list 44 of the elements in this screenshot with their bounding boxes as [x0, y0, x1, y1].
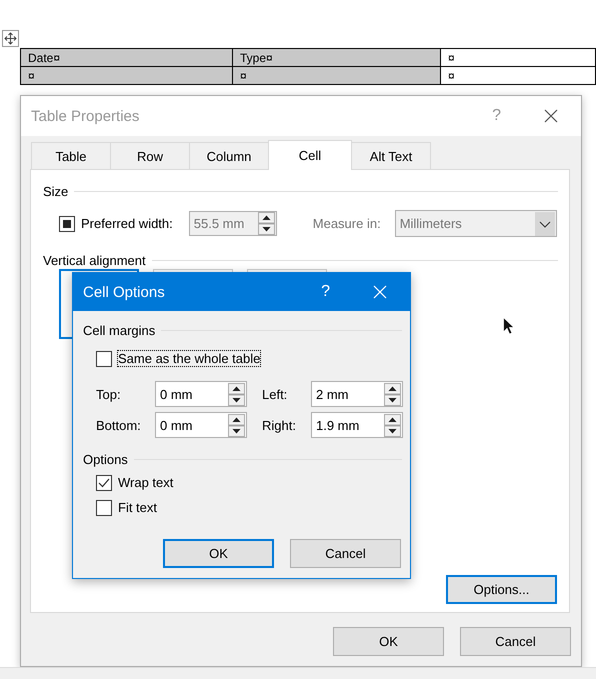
table-move-handle-icon[interactable] — [2, 30, 19, 47]
dialog-button[interactable]: OK — [163, 539, 274, 568]
window-title: Cell Options — [83, 284, 166, 300]
input-field[interactable]: 1.9 mm — [311, 412, 403, 438]
input-field[interactable]: 2 mm — [311, 381, 403, 407]
dialog-button[interactable]: Cancel — [460, 627, 571, 656]
table-cell: Type¤ — [232, 48, 440, 66]
dialog-button[interactable]: Cancel — [290, 539, 401, 568]
field-label: Left: — [262, 386, 288, 402]
checkbox[interactable] — [96, 474, 112, 490]
field-label: Right: — [262, 418, 297, 432]
input-field[interactable]: 0 mm — [155, 412, 247, 438]
table-cell: ¤ — [440, 48, 596, 66]
checkbox[interactable] — [96, 350, 112, 366]
table-cell: Date¤ — [20, 48, 232, 66]
spinner-arrows-icon[interactable] — [384, 414, 401, 436]
field-label: Measure in: — [312, 216, 381, 231]
input-field[interactable]: 0 mm — [155, 381, 247, 407]
checkbox[interactable] — [96, 500, 112, 516]
tab[interactable]: Alt Text — [351, 142, 431, 169]
mouse-pointer-icon — [503, 317, 514, 335]
spinner-arrows-icon[interactable] — [384, 382, 401, 406]
tab[interactable]: Cell — [268, 140, 352, 170]
close-icon[interactable] — [544, 109, 558, 123]
section-title: Cell margins — [83, 322, 156, 338]
table-cell: ¤ — [20, 66, 232, 84]
window-title: Table Properties — [31, 108, 140, 124]
section-title: Size — [43, 184, 68, 198]
table-cell: ¤ — [440, 66, 596, 84]
dialog-button[interactable]: OK — [333, 627, 444, 656]
table-cell: ¤ — [232, 66, 440, 84]
help-button[interactable]: ? — [321, 283, 330, 301]
checkbox-label[interactable]: Same as the whole table — [118, 351, 260, 366]
field-label: Preferred width: — [81, 216, 173, 231]
checkbox-label[interactable]: Fit text — [118, 500, 158, 515]
spinner-arrows-icon[interactable] — [228, 414, 245, 436]
tab[interactable]: Table — [31, 142, 111, 169]
checkbox-label[interactable]: Wrap text — [118, 475, 174, 490]
field-label: Top: — [96, 386, 122, 402]
field-label: Bottom: — [96, 418, 142, 432]
section-title: Options — [83, 452, 128, 466]
options-button[interactable]: Options... — [446, 575, 557, 604]
section-title: Vertical alignment — [43, 252, 146, 268]
spinner-arrows-icon[interactable] — [228, 382, 245, 406]
